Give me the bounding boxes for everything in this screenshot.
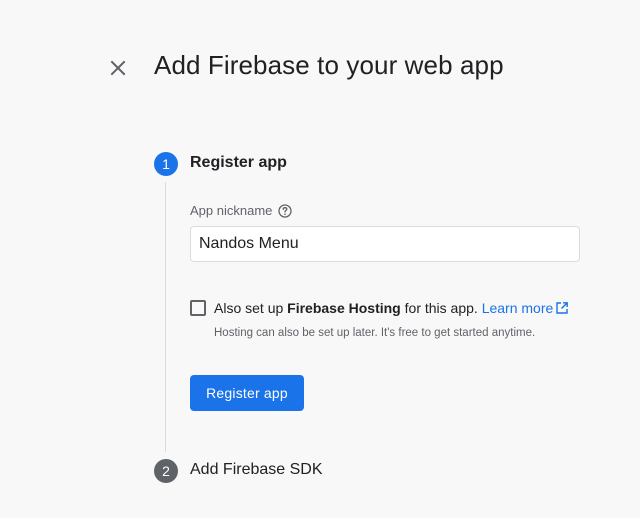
register-app-button[interactable]: Register app [190,375,304,411]
firebase-hosting-label: Also set up Firebase Hosting for this ap… [214,300,569,316]
close-button[interactable] [104,54,132,82]
close-icon[interactable] [110,60,126,76]
page-title: Add Firebase to your web app [154,50,504,80]
app-nickname-label-text: App nickname [190,203,273,218]
hosting-text-after: for this app. [400,300,478,316]
learn-more-link[interactable]: Learn more [482,300,570,316]
stepper-connector [165,182,166,452]
help-circle-icon[interactable] [278,203,293,218]
hosting-hint-text: Hosting can also be set up later. It's f… [214,327,536,339]
hosting-text-bold: Firebase Hosting [287,300,401,316]
step-2-number: 2 [154,459,178,483]
add-web-app-page: Add Firebase to your web app 1 Register … [0,0,640,518]
app-nickname-label: App nickname [190,203,293,218]
learn-more-label[interactable]: Learn more [482,300,554,316]
hosting-text-before: Also set up [214,300,288,316]
step-2-title[interactable]: Add Firebase SDK [190,461,323,479]
step-1-number: 1 [154,152,178,176]
open-in-new-icon [556,302,569,314]
app-nickname-input[interactable] [190,226,580,262]
step-1-title: Register app [190,154,287,171]
firebase-hosting-checkbox[interactable] [190,300,206,316]
